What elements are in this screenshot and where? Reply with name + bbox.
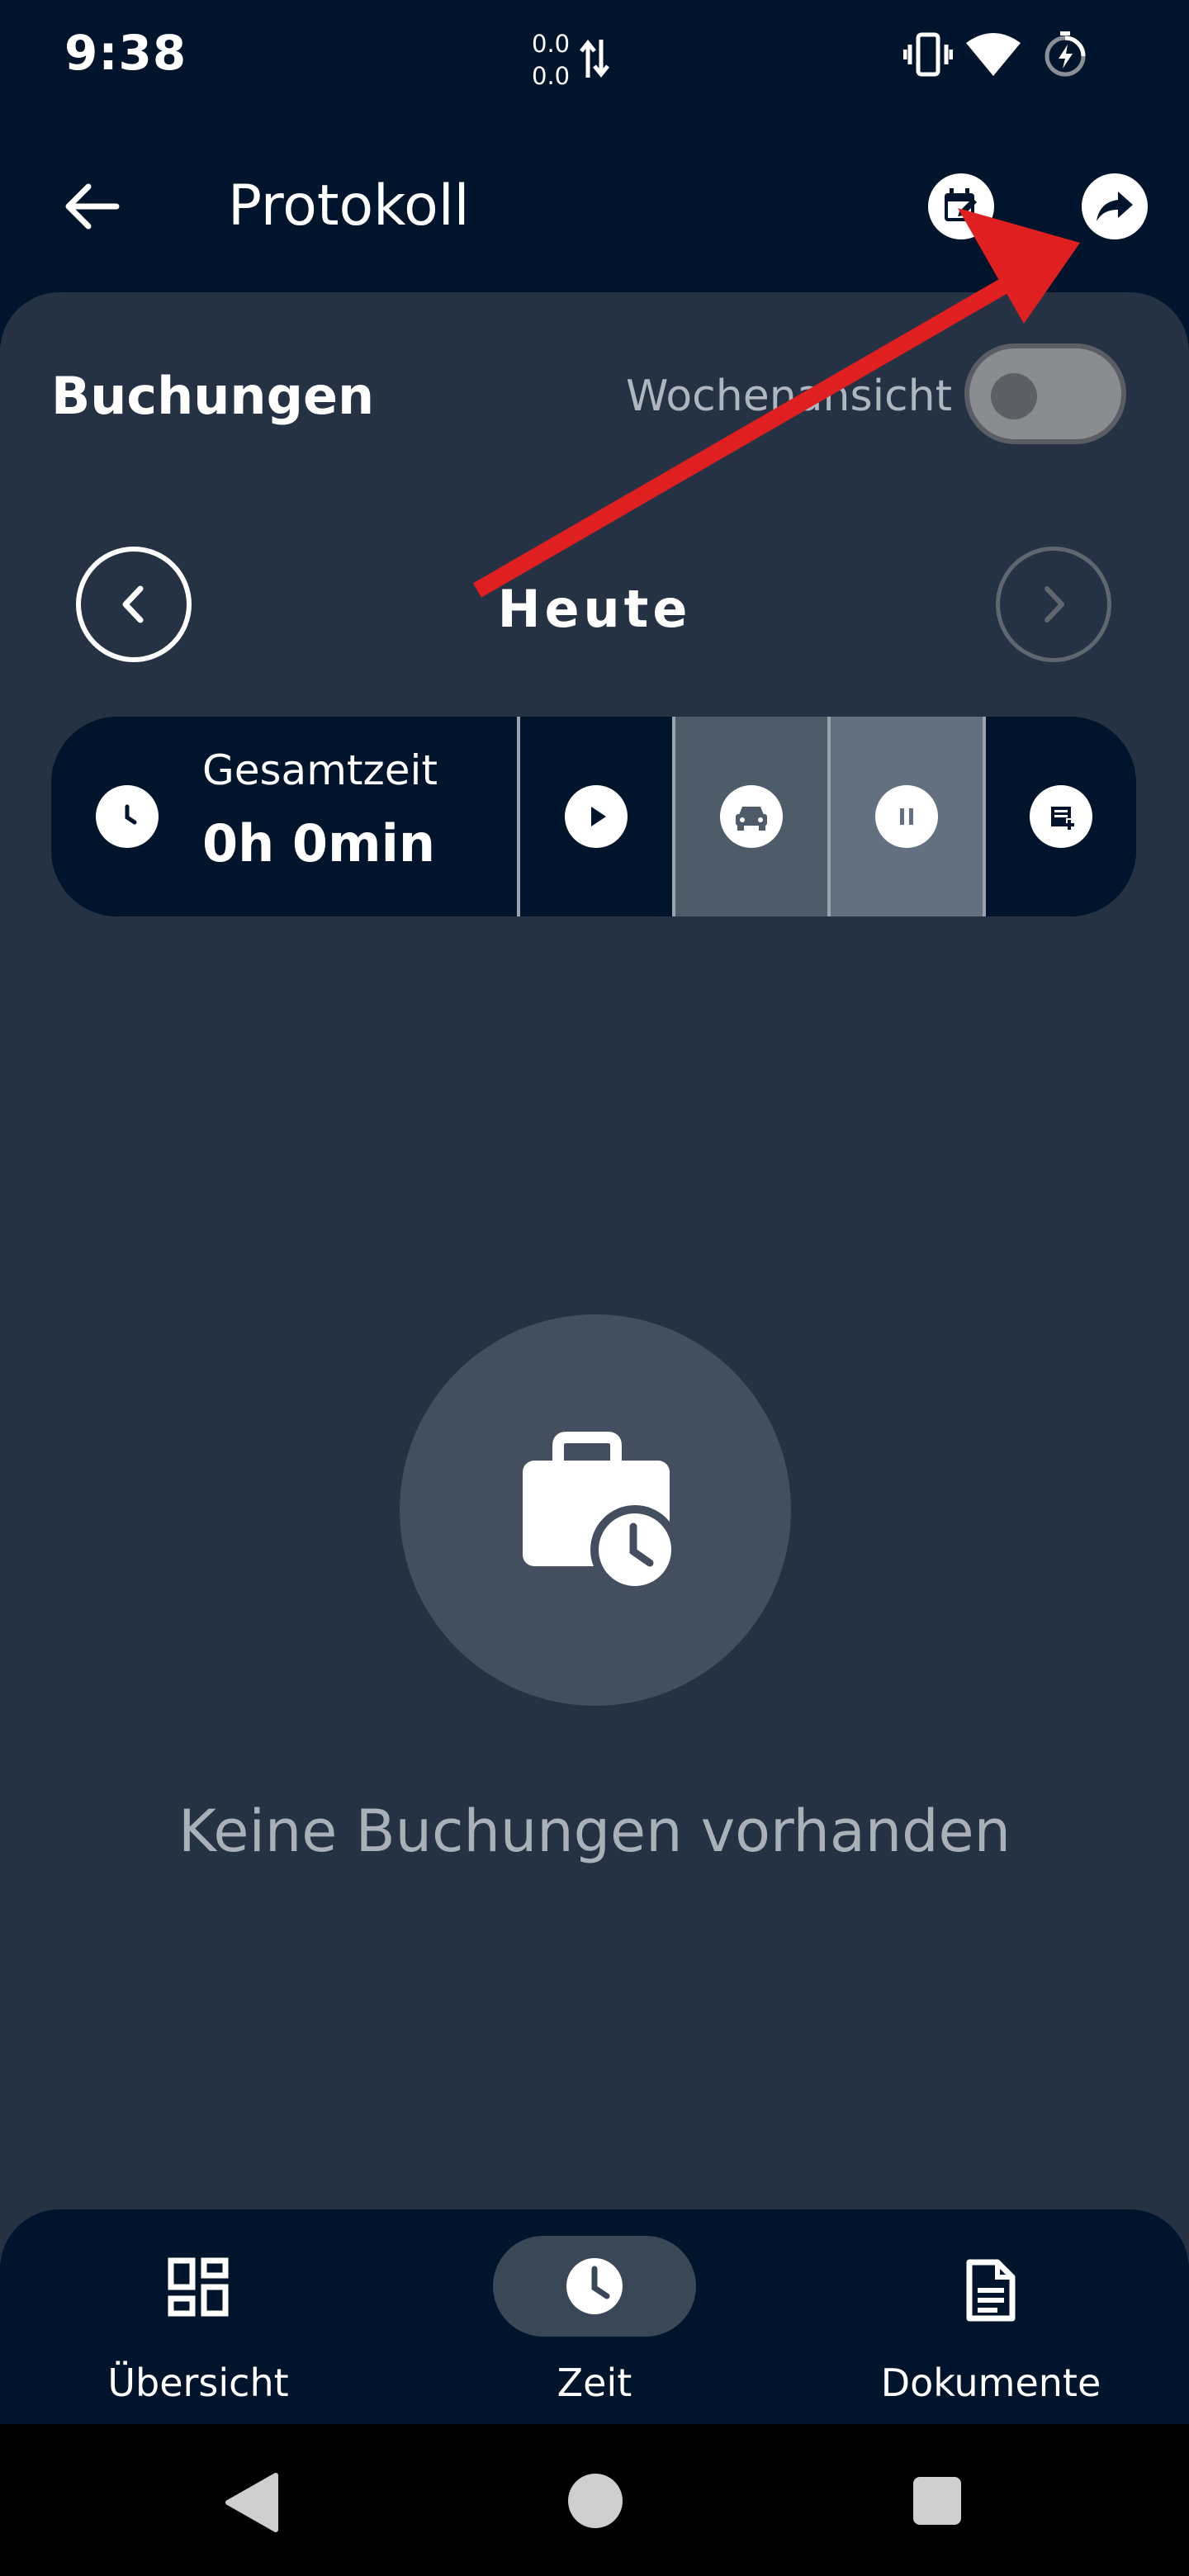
edit-calendar-icon bbox=[945, 188, 977, 221]
empty-state-text: Keine Buchungen vorhanden bbox=[178, 1797, 1011, 1865]
day-label: Heute bbox=[497, 579, 692, 639]
play-icon bbox=[565, 785, 628, 848]
previous-day-button[interactable] bbox=[76, 547, 192, 662]
network-speed-down: 0.0 bbox=[532, 62, 571, 90]
pause-button[interactable] bbox=[831, 717, 983, 916]
empty-state-illustration bbox=[400, 1314, 791, 1706]
travel-button[interactable] bbox=[675, 717, 827, 916]
status-time: 9:38 bbox=[64, 25, 187, 81]
total-time-segment: Gesamtzeit 0h 0min bbox=[51, 717, 517, 916]
chevron-right-icon bbox=[1045, 586, 1064, 623]
clock-icon bbox=[566, 2258, 623, 2314]
back-button[interactable] bbox=[50, 170, 132, 243]
nav-item-time[interactable]: Zeit bbox=[454, 2229, 735, 2411]
circle-home-icon bbox=[568, 2474, 623, 2528]
car-icon bbox=[720, 785, 783, 848]
booking-bar: Gesamtzeit 0h 0min bbox=[51, 717, 1136, 916]
system-home-button[interactable] bbox=[566, 2472, 624, 2530]
total-time-label: Gesamtzeit bbox=[202, 746, 438, 794]
add-note-icon bbox=[1030, 785, 1092, 848]
page-title: Protokoll bbox=[228, 173, 470, 239]
battery-charging-icon bbox=[1042, 30, 1088, 79]
add-note-button[interactable] bbox=[986, 717, 1136, 916]
nav-label-overview: Übersicht bbox=[107, 2361, 289, 2405]
wifi-icon bbox=[964, 30, 1022, 79]
system-back-button[interactable] bbox=[223, 2472, 281, 2533]
arrow-back-icon bbox=[65, 183, 120, 230]
total-time-value: 0h 0min bbox=[202, 813, 435, 874]
share-button[interactable] bbox=[1082, 173, 1148, 239]
edit-calendar-button[interactable] bbox=[928, 173, 994, 239]
dashboard-grid-icon bbox=[168, 2257, 229, 2318]
nav-item-overview[interactable]: Übersicht bbox=[58, 2229, 339, 2411]
document-icon bbox=[964, 2257, 1017, 2323]
briefcase-clock-icon bbox=[523, 1432, 678, 1593]
share-forward-icon bbox=[1097, 192, 1133, 221]
section-title: Buchungen bbox=[51, 366, 375, 426]
network-speed: 0.0 0.0 bbox=[532, 28, 570, 92]
system-recents-button[interactable] bbox=[912, 2475, 963, 2526]
nav-item-documents[interactable]: Dokumente bbox=[850, 2229, 1131, 2411]
square-recents-icon bbox=[913, 2477, 961, 2525]
clock-small-icon bbox=[96, 785, 159, 848]
nav-active-indicator bbox=[493, 2236, 696, 2337]
chevron-left-icon bbox=[122, 585, 144, 623]
triangle-back-icon bbox=[225, 2473, 278, 2532]
toggle-thumb bbox=[991, 373, 1037, 419]
week-view-label: Wochenansicht bbox=[626, 372, 952, 421]
vibrate-icon bbox=[903, 30, 953, 79]
start-work-button[interactable] bbox=[520, 717, 672, 916]
data-transfer-icon bbox=[580, 36, 609, 81]
pause-icon bbox=[875, 785, 938, 848]
nav-label-documents: Dokumente bbox=[880, 2361, 1101, 2405]
next-day-button[interactable] bbox=[996, 547, 1111, 662]
week-view-toggle[interactable] bbox=[964, 343, 1126, 444]
network-speed-up: 0.0 bbox=[532, 30, 571, 58]
nav-label-time: Zeit bbox=[557, 2361, 632, 2405]
